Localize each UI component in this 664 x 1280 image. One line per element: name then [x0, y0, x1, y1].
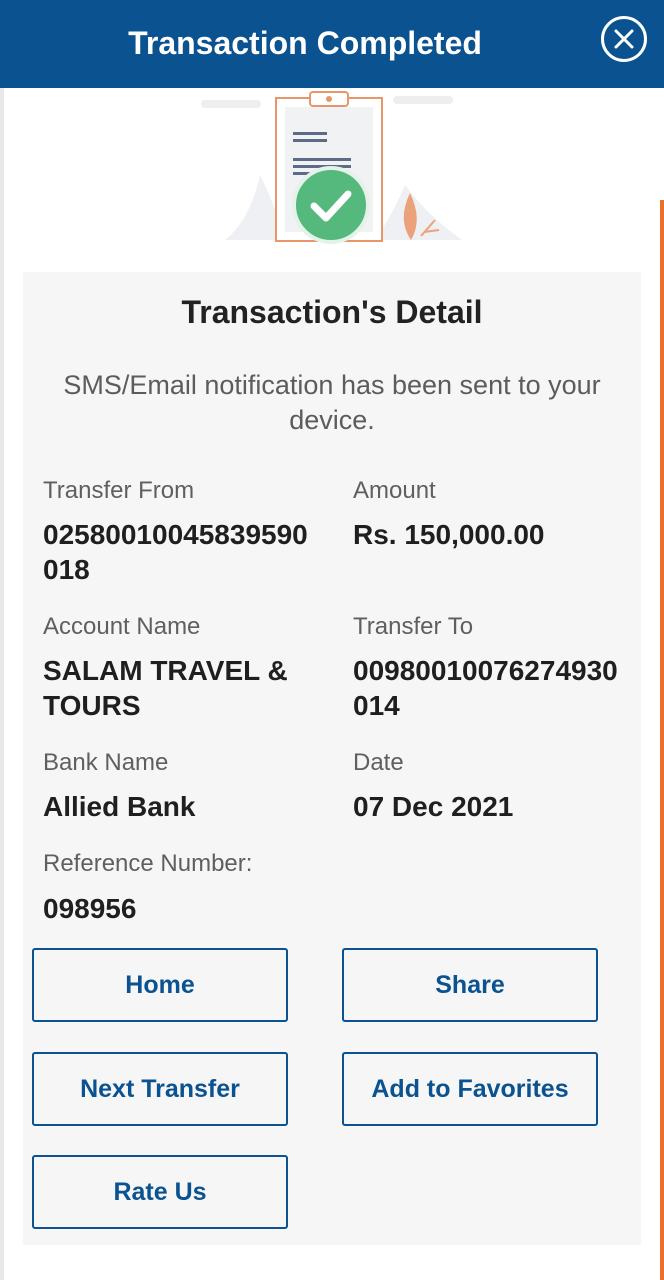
account-name-value: SALAM TRAVEL & TOURS [43, 655, 288, 721]
date-label: Date [353, 749, 404, 776]
transaction-detail-card: Transaction's Detail SMS/Email notificat… [23, 272, 641, 1245]
next-transfer-button[interactable]: Next Transfer [32, 1052, 288, 1126]
left-edge-divider [0, 88, 4, 1280]
amount-label: Amount [353, 477, 436, 504]
transfer-to-value: 00980010076274930014 [353, 655, 618, 721]
detail-title: Transaction's Detail [181, 294, 483, 330]
close-icon [614, 29, 634, 49]
account-name-label: Account Name [43, 613, 201, 640]
app-header: Transaction Completed [0, 0, 664, 88]
transfer-from-value: 02580010045839590018 [43, 519, 308, 585]
reference-number-value: 098956 [43, 893, 137, 924]
home-button[interactable]: Home [32, 948, 288, 1022]
clipboard-check-icon [201, 91, 462, 244]
close-button[interactable] [601, 16, 647, 62]
reference-number-label: Reference Number: [43, 850, 253, 877]
rate-us-button[interactable]: Rate Us [32, 1155, 288, 1229]
bank-name-value: Allied Bank [43, 791, 196, 822]
amount-value: Rs. 150,000.00 [353, 519, 545, 550]
add-to-favorites-button[interactable]: Add to Favorites [342, 1052, 598, 1126]
transfer-from-label: Transfer From [43, 477, 195, 504]
share-button[interactable]: Share [342, 948, 598, 1022]
date-value: 07 Dec 2021 [353, 791, 514, 822]
notification-message: SMS/Email notification has been sent to … [63, 370, 601, 435]
transfer-to-label: Transfer To [353, 613, 474, 640]
page-title: Transaction Completed [128, 25, 482, 61]
bank-name-label: Bank Name [43, 749, 169, 776]
right-edge-accent [660, 200, 664, 1280]
